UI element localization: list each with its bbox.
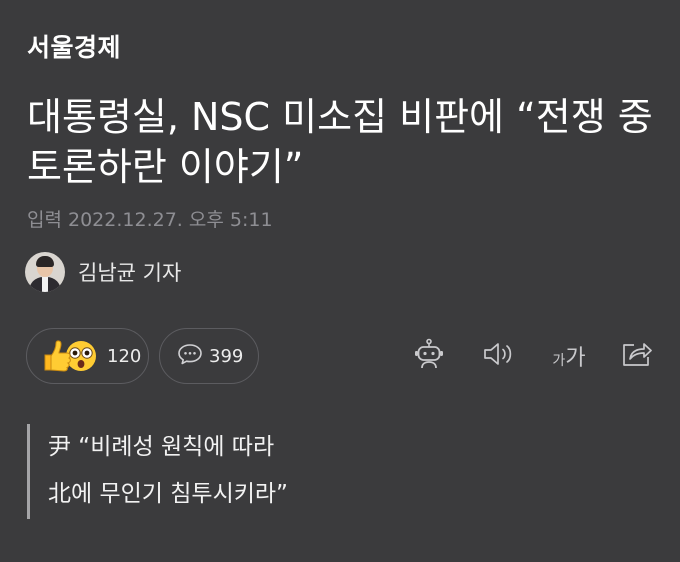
article-subheadline: 尹 “비례성 원칙에 따라 北에 무인기 침투시키라” xyxy=(27,424,288,519)
comment-button[interactable]: 399 xyxy=(159,328,259,384)
speech-bubble-icon xyxy=(177,342,203,370)
speaker-icon xyxy=(482,340,516,372)
reaction-button[interactable]: 120 xyxy=(26,328,149,384)
font-size-button[interactable]: 가가 xyxy=(549,338,589,374)
robot-icon xyxy=(414,338,444,374)
article-headline: 대통령실, NSC 미소집 비판에 “전쟁 중 토론하란 이야기” xyxy=(27,95,653,189)
share-button[interactable] xyxy=(619,338,655,374)
font-size-big-label: 가 xyxy=(565,346,586,371)
article-dateline: 입력 2022.12.27. 오후 5:11 xyxy=(27,209,273,231)
author-name: 김남균 기자 xyxy=(78,261,182,285)
summary-bot-button[interactable] xyxy=(412,338,446,374)
font-size-small-label: 가 xyxy=(552,353,566,369)
publisher-name[interactable]: 서울경제 xyxy=(27,28,121,64)
comment-count: 399 xyxy=(209,345,244,367)
font-size-icon: 가가 xyxy=(552,340,585,372)
read-aloud-button[interactable] xyxy=(481,338,517,374)
subheadline-line: 尹 “비례성 원칙에 따라 xyxy=(48,434,275,460)
author-byline[interactable]: 김남균 기자 xyxy=(25,252,181,292)
reaction-emoji-icon xyxy=(41,339,101,373)
share-icon xyxy=(620,339,654,373)
subheadline-line: 北에 무인기 침투시키라” xyxy=(48,481,288,507)
author-avatar xyxy=(25,252,65,292)
reaction-count: 120 xyxy=(107,345,142,367)
